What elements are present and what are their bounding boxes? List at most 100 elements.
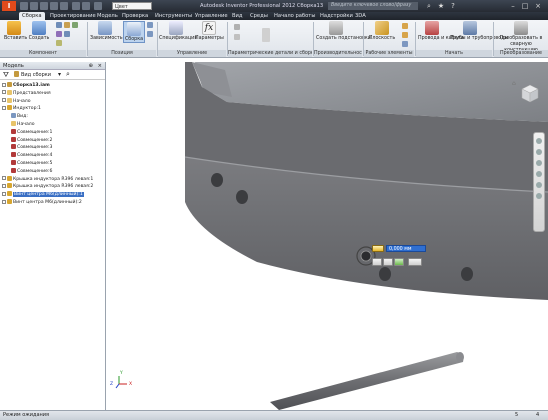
tab-assembly[interactable]: Сборка [19, 12, 45, 20]
expand-toggle-icon[interactable] [2, 199, 6, 204]
update-icon[interactable] [94, 2, 102, 10]
graphics-viewport[interactable]: Z Y X ⌂ 0,000 мм [107, 62, 548, 410]
tree-item[interactable]: Совмещение:6 [11, 167, 52, 175]
expand-toggle-icon[interactable] [2, 90, 6, 95]
copy-icon[interactable] [64, 22, 70, 28]
point-icon[interactable] [402, 32, 408, 38]
open-icon[interactable] [30, 2, 38, 10]
tree-item[interactable]: Совмещение:5 [11, 160, 52, 167]
expand-toggle-icon[interactable] [2, 82, 6, 87]
constraint-type-button[interactable] [372, 245, 384, 252]
ok-button[interactable] [394, 258, 404, 266]
tab-manage[interactable]: Управление [195, 12, 228, 20]
cable-harness-button[interactable]: Провода и кабели [418, 21, 464, 41]
close-button[interactable]: × [533, 1, 543, 11]
maximize-button[interactable]: □ [520, 1, 530, 11]
tab-3da[interactable]: 3DA [355, 12, 366, 20]
expand-toggle-icon[interactable] [2, 98, 6, 103]
shrinkwrap-icon[interactable] [64, 31, 70, 37]
tree-item[interactable]: Винт центра М6(длинный):2 [2, 199, 82, 206]
tab-model[interactable]: Модель [97, 12, 118, 20]
ucs-icon[interactable] [402, 41, 408, 47]
assembly-view-icon[interactable] [14, 71, 19, 77]
options-dropdown[interactable] [408, 258, 422, 266]
tab-addins[interactable]: Надстройки [320, 12, 353, 20]
pattern-icon[interactable] [56, 22, 62, 28]
move-flip-button[interactable] [372, 258, 382, 266]
screw-rod[interactable] [270, 352, 464, 410]
parameters-button[interactable]: fx Параметры [195, 21, 224, 41]
create-substitutes-button[interactable]: Создать подстановки [316, 21, 371, 41]
app-menu-button[interactable]: I [2, 1, 16, 11]
select-icon[interactable] [82, 2, 90, 10]
tab-view[interactable]: Вид [232, 12, 243, 20]
tab-environments[interactable]: Среды [250, 12, 268, 20]
look-at-icon[interactable] [536, 182, 542, 188]
tree-item[interactable]: Крышка индуктора R396 левая:1 [2, 175, 93, 183]
steering-wheel-icon[interactable] [536, 138, 542, 144]
tree-item[interactable]: Представления [2, 89, 51, 97]
browser-title[interactable]: Модель [3, 63, 24, 69]
axis-icon[interactable] [402, 23, 408, 29]
color-dropdown[interactable]: Цвет [112, 2, 152, 10]
expand-toggle-icon[interactable] [2, 105, 6, 110]
tree-item[interactable]: Начало [11, 121, 35, 128]
tree-item[interactable]: Совмещение:4 [11, 152, 52, 159]
make-layout-icon[interactable] [56, 40, 62, 46]
tab-design[interactable]: Проектирование [50, 12, 96, 20]
insert-button[interactable]: Вставить [4, 21, 27, 41]
move-icon[interactable] [147, 22, 153, 28]
plane-button[interactable]: Плоскость [366, 21, 398, 41]
expand-toggle-icon[interactable] [2, 176, 6, 181]
nav-chevron-icon[interactable] [536, 193, 542, 199]
expand-toggle-icon[interactable] [2, 183, 6, 188]
redo-icon[interactable] [60, 2, 68, 10]
subscription-icon[interactable]: ★ [436, 1, 446, 11]
tab-inspect[interactable]: Проверка [122, 12, 148, 20]
search-input[interactable]: Введите ключевое слово/фразу [328, 2, 418, 10]
tube-pipe-button[interactable]: Трубы и трубопроводы [450, 21, 508, 41]
part-model[interactable] [107, 62, 548, 410]
bom-button[interactable]: Спецификация [159, 21, 197, 41]
save-icon[interactable] [40, 2, 48, 10]
browser-add-icon[interactable]: ⊕ [89, 62, 93, 70]
tree-item[interactable]: Начало [2, 97, 31, 105]
tree-item[interactable]: Винт центра М6(длинный):1 [2, 191, 84, 198]
rotate-icon[interactable] [147, 31, 153, 37]
chevron-down-icon[interactable]: ▾ [58, 71, 61, 78]
constraint-button[interactable]: Зависимость [90, 21, 123, 41]
undo-constraint-button[interactable] [383, 258, 393, 266]
zoom-icon[interactable] [536, 160, 542, 166]
tree-item[interactable]: Сборка13.iam [2, 82, 50, 89]
undo-icon[interactable] [50, 2, 58, 10]
pan-icon[interactable] [536, 149, 542, 155]
create-button[interactable]: Создать [28, 21, 50, 41]
tree-item[interactable]: Совмещение:1 [11, 128, 52, 136]
assemble-button[interactable]: Сборка [123, 21, 145, 43]
viewcube[interactable] [518, 82, 540, 104]
assembly-view-dropdown[interactable]: Вид сборки [21, 72, 51, 78]
offset-value-input[interactable]: 0,000 мм [386, 245, 426, 252]
tab-get-started[interactable]: Начало работы [274, 12, 315, 20]
help-icon[interactable]: ? [448, 1, 458, 11]
home-view-icon[interactable]: ⌂ [512, 80, 518, 87]
minimize-button[interactable]: – [508, 1, 518, 11]
tree-item[interactable]: Совмещение:2 [11, 136, 52, 144]
tree-item[interactable]: Совмещение:3 [11, 144, 52, 151]
browser-close-icon[interactable]: × [98, 62, 102, 70]
find-icon[interactable]: ⌕ [66, 70, 70, 79]
tree-item[interactable]: Индуктор:1 [2, 105, 41, 112]
tab-tools[interactable]: Инструменты [155, 12, 192, 20]
filter-icon[interactable]: ⛛ [3, 71, 9, 80]
iassembly-icon[interactable] [234, 34, 240, 40]
mirror-icon[interactable] [72, 22, 78, 28]
expand-toggle-icon[interactable] [2, 191, 6, 196]
orbit-icon[interactable] [536, 171, 542, 177]
replace-icon[interactable] [56, 31, 62, 37]
home-icon[interactable] [72, 2, 80, 10]
tree-item[interactable]: Вид: [11, 113, 28, 120]
new-icon[interactable] [20, 2, 28, 10]
search-icon[interactable]: ⌕ [424, 1, 434, 11]
ipart-icon[interactable] [234, 24, 240, 30]
table-icon[interactable] [262, 28, 270, 42]
